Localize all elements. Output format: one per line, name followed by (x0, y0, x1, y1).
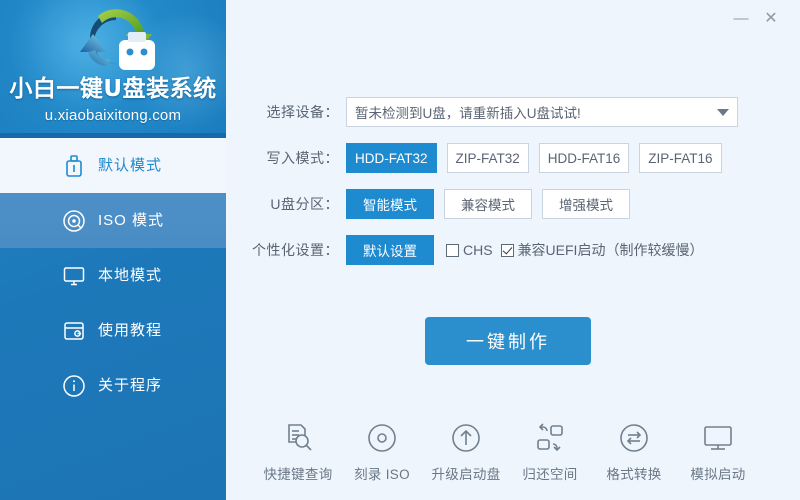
partition-label: U盘分区： (270, 196, 339, 212)
tool-label: 格式转换 (606, 467, 662, 482)
device-label: 选择设备： (266, 104, 339, 120)
personalize-option-default[interactable]: 默认设置 (346, 235, 434, 265)
personalize-row: 个性化设置： 默认设置 CHS 兼容UEFI启动（制作较缓慢） (226, 234, 800, 266)
checkbox-chs[interactable]: CHS (446, 243, 493, 257)
tool-label: 归还空间 (522, 467, 578, 482)
sidebar-nav: 默认模式 ISO 模式 本地模式 使用教程 关于程序 (0, 138, 226, 413)
tool-simulate-boot[interactable]: 模拟启动 (676, 418, 760, 483)
sidebar: 小白一键U盘装系统 u.xiaobaixitong.com 默认模式 ISO 模… (0, 0, 226, 500)
arrow-up-circle-icon (446, 418, 486, 458)
info-circle-icon (62, 374, 86, 398)
sidebar-item-label: 本地模式 (98, 267, 163, 284)
disc-burn-icon (362, 418, 402, 458)
tool-label: 升级启动盘 (431, 467, 501, 482)
refresh-usb-logo (58, 4, 174, 78)
restore-space-icon (530, 418, 570, 458)
write-mode-label: 写入模式： (266, 150, 339, 166)
personalize-label: 个性化设置： (252, 242, 339, 258)
usb-drive-icon (62, 154, 86, 178)
partition-option-compatible[interactable]: 兼容模式 (444, 189, 532, 219)
tool-restore-space[interactable]: 归还空间 (508, 418, 592, 483)
chevron-down-icon (717, 108, 729, 116)
sidebar-item-label: 使用教程 (98, 322, 163, 339)
settings-form: 选择设备： 暂未检测到U盘，请重新插入U盘试试! 写入模式： HDD-FAT32… (226, 96, 800, 280)
checkbox-uefi-label: 兼容UEFI启动（制作较缓慢） (517, 242, 704, 258)
convert-arrows-icon (614, 418, 654, 458)
tool-format-convert[interactable]: 格式转换 (592, 418, 676, 483)
brand-header: 小白一键U盘装系统 u.xiaobaixitong.com (0, 0, 226, 138)
tool-burn-iso[interactable]: 刻录 ISO (340, 418, 424, 483)
main-panel: — ✕ 选择设备： 暂未检测到U盘，请重新插入U盘试试! 写入模式： HDD-F… (226, 0, 800, 500)
partition-option-enhanced[interactable]: 增强模式 (542, 189, 630, 219)
sidebar-item-local-mode[interactable]: 本地模式 (0, 248, 226, 303)
sidebar-item-about[interactable]: 关于程序 (0, 358, 226, 413)
checkbox-uefi[interactable]: 兼容UEFI启动（制作较缓慢） (500, 242, 704, 258)
device-select[interactable]: 暂未检测到U盘，请重新插入U盘试试! (346, 97, 738, 127)
monitor-boot-icon (698, 418, 738, 458)
device-select-value: 暂未检测到U盘，请重新插入U盘试试! (355, 106, 581, 121)
tool-label: 刻录 ISO (354, 467, 410, 482)
write-mode-option-hdd-fat32[interactable]: HDD-FAT32 (346, 143, 437, 173)
device-row: 选择设备： 暂未检测到U盘，请重新插入U盘试试! (226, 96, 800, 128)
tool-shortcut-query[interactable]: 快捷键查询 (256, 418, 340, 483)
sidebar-item-tutorial[interactable]: 使用教程 (0, 303, 226, 358)
checkbox-chs-box (446, 243, 459, 257)
brand-url: u.xiaobaixitong.com (44, 107, 182, 124)
write-mode-option-hdd-fat16[interactable]: HDD-FAT16 (538, 143, 630, 173)
personalize-checkboxes: CHS 兼容UEFI启动（制作较缓慢） (446, 243, 711, 257)
monitor-icon (62, 264, 86, 288)
checkbox-chs-label: CHS (463, 242, 493, 258)
disc-icon (62, 209, 86, 233)
write-mode-option-zip-fat16[interactable]: ZIP-FAT16 (639, 143, 722, 173)
sidebar-item-label: 关于程序 (98, 377, 163, 394)
document-search-icon (278, 418, 318, 458)
tool-label: 快捷键查询 (263, 467, 333, 482)
write-mode-option-zip-fat32[interactable]: ZIP-FAT32 (446, 143, 529, 173)
checkbox-uefi-box (500, 243, 514, 257)
tool-label: 模拟启动 (690, 467, 746, 482)
sidebar-item-iso-mode[interactable]: ISO 模式 (0, 193, 226, 248)
write-mode-row: 写入模式： HDD-FAT32 ZIP-FAT32 HDD-FAT16 ZIP-… (226, 142, 800, 174)
brand-title: 小白一键U盘装系统 (9, 76, 217, 102)
partition-row: U盘分区： 智能模式 兼容模式 增强模式 (226, 188, 800, 220)
application-window: 小白一键U盘装系统 u.xiaobaixitong.com 默认模式 ISO 模… (0, 0, 800, 500)
partition-option-smart[interactable]: 智能模式 (346, 189, 434, 219)
sidebar-item-default-mode[interactable]: 默认模式 (0, 138, 226, 193)
wallet-book-icon (62, 319, 86, 343)
make-button[interactable]: 一键制作 (425, 317, 591, 365)
sidebar-item-label: ISO 模式 (98, 212, 165, 229)
sidebar-item-label: 默认模式 (98, 157, 163, 174)
close-button[interactable]: ✕ (756, 5, 786, 31)
tool-upgrade-boot-disk[interactable]: 升级启动盘 (424, 418, 508, 483)
title-bar: — ✕ (226, 0, 800, 36)
minimize-button[interactable]: — (726, 5, 756, 31)
bottom-toolbar: 快捷键查询 刻录 ISO 升级启动盘 归还空间 格式转换 模拟启动 (256, 418, 800, 483)
